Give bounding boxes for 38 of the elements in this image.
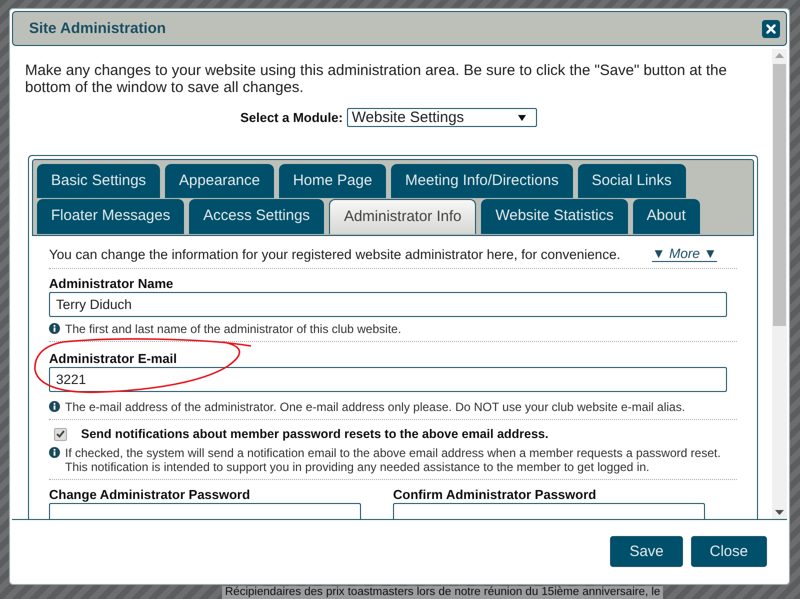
- field-label: Administrator Name: [49, 276, 174, 291]
- field-label: Confirm Administrator Password: [393, 487, 598, 502]
- tab[interactable]: Access Settings: [189, 199, 324, 234]
- tab[interactable]: Basic Settings: [37, 164, 160, 198]
- tab[interactable]: Administrator Info: [328, 199, 476, 234]
- checkbox-label: Send notifications about member password resets to the above email address.: [81, 427, 548, 441]
- tab[interactable]: Social Links: [578, 164, 686, 198]
- info-icon: [49, 323, 60, 334]
- input-field[interactable]: Terry Diduch: [49, 292, 727, 317]
- info-icon: [49, 401, 60, 412]
- tab[interactable]: Meeting Info/Directions: [391, 164, 573, 198]
- input-field[interactable]: 3221: [49, 367, 727, 392]
- more-link[interactable]: ▼ More ▼: [652, 246, 717, 262]
- help-text: The first and last name of the administrator of this club website.: [65, 322, 402, 336]
- dropdown-caret-icon: [518, 114, 526, 120]
- background-text: Récipiendaires des prix toastmasters lors de notre réunion du 15ième anniversaire, le: [222, 586, 664, 599]
- tab[interactable]: About: [632, 199, 700, 234]
- help-text: The e-mail address of the administrator. One e-mail address only please. Do NOT use your club website e-mail alias.: [65, 400, 686, 414]
- description-text: You can change the information for your registered website administrator here, for convenience.: [49, 246, 620, 262]
- close-button[interactable]: [762, 20, 780, 38]
- tab[interactable]: Floater Messages: [37, 199, 184, 234]
- intro-text: Make any changes to your website using this administration area. Be sure to click the "Save" button at the bottom of the window to save all changes.: [25, 62, 728, 96]
- checkbox[interactable]: [54, 428, 67, 440]
- close-icon: [766, 24, 776, 34]
- field-label: Administrator E-mail: [49, 351, 178, 366]
- tab[interactable]: Home Page: [278, 164, 386, 198]
- scrollbar[interactable]: [772, 49, 787, 519]
- help-text: If checked, the system will send a notification email to the above email address when a member requests a password reset. This notification is intended to support you in providing any needed assistance to the member to get logged in.: [65, 446, 722, 474]
- dialog-button[interactable]: Close: [690, 536, 767, 566]
- module-select[interactable]: Website Settings: [346, 108, 537, 127]
- module-label: Select a Module:: [240, 110, 343, 125]
- scroll-down-icon[interactable]: [775, 510, 784, 515]
- info-icon: [49, 447, 60, 458]
- dialog-button[interactable]: Save: [610, 536, 683, 566]
- field-label: Change Administrator Password: [49, 487, 252, 502]
- tab[interactable]: Appearance: [165, 164, 274, 198]
- tab[interactable]: Website Statistics: [481, 199, 628, 234]
- window-title: Site Administration: [29, 20, 166, 37]
